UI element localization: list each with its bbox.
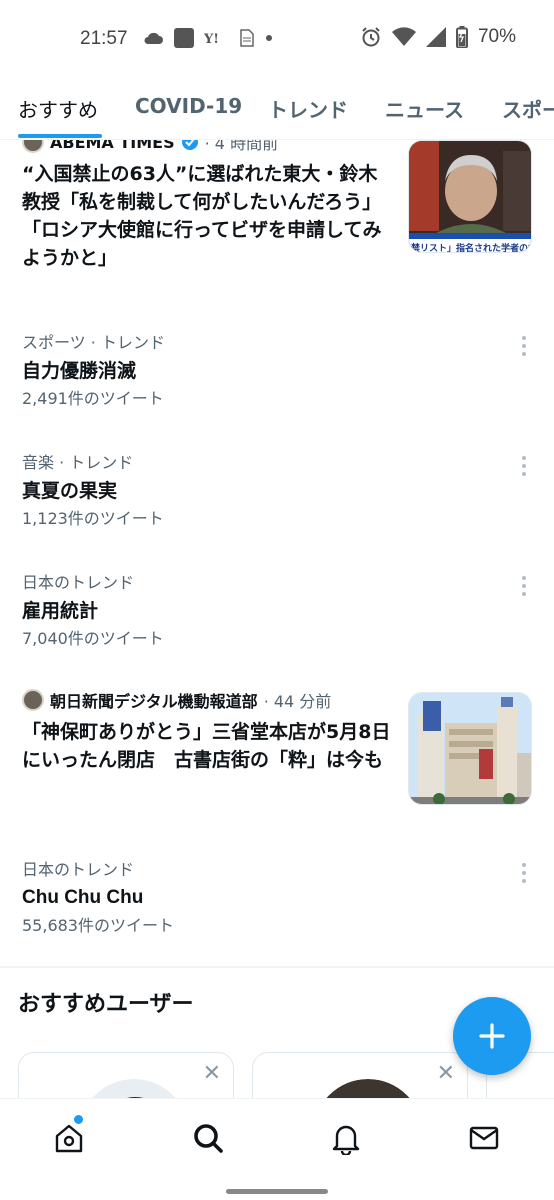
cloud-icon	[144, 32, 163, 44]
plus-icon	[479, 1023, 505, 1049]
more-options-icon[interactable]	[522, 863, 528, 883]
trend-context: 日本のトレンド	[22, 860, 135, 879]
tab-sports[interactable]: スポーツ	[502, 94, 554, 123]
trend-context: 日本のトレンド	[22, 573, 135, 592]
status-bar: 21:57 Y! 70%	[0, 0, 554, 78]
news-time: · 44 分前	[263, 692, 332, 711]
source-avatar	[22, 689, 44, 711]
nav-home[interactable]	[52, 1121, 86, 1155]
trend-count: 55,683件のツイート	[22, 916, 174, 935]
news-thumbnail: 禁リスト」指名された学者の本	[408, 140, 532, 253]
status-time: 21:57	[80, 28, 128, 49]
notifications-icon	[332, 1125, 360, 1157]
trend-item[interactable]: 日本のトレンド 雇用統計 7,040件のツイート	[22, 570, 534, 660]
user-avatar	[326, 1079, 410, 1098]
news-headline: 「神保町ありがとう」三省堂本店が5月8日にいったん閉店 古書店街の「粋」は今も	[22, 721, 391, 771]
dismiss-close-icon[interactable]: ✕	[203, 1063, 221, 1085]
source-avatar	[22, 140, 44, 153]
document-icon	[240, 29, 254, 47]
news-item[interactable]: 朝日新聞デジタル機動報道部 · 44 分前 「神保町ありがとう」三省堂本店が5月…	[22, 688, 534, 828]
compose-tweet-button[interactable]	[453, 997, 531, 1075]
more-options-icon[interactable]	[522, 456, 528, 476]
dot-icon	[266, 35, 272, 41]
tab-trends[interactable]: トレンド	[268, 94, 348, 123]
section-divider	[0, 966, 554, 968]
status-right-icons: 70%	[360, 26, 516, 48]
tab-news[interactable]: ニュース	[385, 94, 464, 123]
signal-icon	[425, 27, 446, 47]
status-left-icons: Y!	[142, 28, 274, 48]
trend-name: 雇用統計	[22, 600, 99, 622]
trend-name: 自力優勝消滅	[22, 360, 137, 382]
section-title: おすすめユーザー	[18, 992, 194, 1017]
nav-messages[interactable]	[467, 1121, 501, 1155]
nav-search[interactable]	[191, 1121, 225, 1155]
news-item[interactable]: ABEMA TIMES · 4 時間前 “入国禁止の63人”に選ばれた東大・鈴木…	[22, 140, 534, 290]
news-headline: “入国禁止の63人”に選ばれた東大・鈴木教授「私を制裁して何がしたいんだろう」「…	[22, 163, 382, 269]
trend-name: Chu Chu Chu	[22, 887, 144, 908]
source-name: 朝日新聞デジタル機動報道部	[50, 692, 258, 711]
tab-covid19[interactable]: COVID-19	[135, 94, 242, 118]
explore-tabs: おすすめ COVID-19 トレンド ニュース スポーツ	[0, 78, 554, 140]
search-icon	[194, 1124, 223, 1153]
dismiss-close-icon[interactable]: ✕	[437, 1063, 455, 1085]
trend-count: 2,491件のツイート	[22, 389, 164, 408]
battery-icon	[455, 26, 468, 48]
battery-level: 70%	[477, 26, 516, 47]
trend-item[interactable]: スポーツ · トレンド 自力優勝消滅 2,491件のツイート	[22, 330, 534, 420]
more-options-icon[interactable]	[522, 576, 528, 596]
more-options-icon[interactable]	[522, 336, 528, 356]
user-avatar	[92, 1079, 176, 1098]
trend-context: 音楽 · トレンド	[22, 453, 134, 472]
active-tab-indicator	[18, 134, 102, 138]
bottom-navigation	[0, 1098, 554, 1200]
trend-context: スポーツ · トレンド	[22, 333, 165, 352]
thumbnail-caption: 禁リスト」指名された学者の本	[411, 242, 532, 253]
messages-icon	[469, 1126, 499, 1150]
gesture-home-indicator[interactable]	[226, 1189, 328, 1194]
trend-count: 7,040件のツイート	[22, 629, 164, 648]
trend-count: 1,123件のツイート	[22, 509, 164, 528]
explore-feed[interactable]: ABEMA TIMES · 4 時間前 “入国禁止の63人”に選ばれた東大・鈴木…	[0, 140, 554, 1098]
wifi-icon	[391, 27, 416, 46]
source-name: ABEMA TIMES	[50, 140, 175, 152]
verified-badge-icon	[181, 140, 198, 150]
user-suggestion-card[interactable]: ✕	[252, 1052, 468, 1098]
home-notification-dot	[74, 1115, 83, 1124]
tab-recommended[interactable]: おすすめ	[18, 94, 98, 123]
news-thumbnail	[408, 692, 532, 805]
app-square-icon	[174, 28, 194, 48]
user-suggestion-card[interactable]: ✕	[18, 1052, 234, 1098]
trend-name: 真夏の果実	[22, 480, 118, 502]
svg-text:Y!: Y!	[204, 32, 219, 46]
alarm-icon	[362, 27, 380, 47]
news-time: · 4 時間前	[204, 140, 279, 153]
trend-item[interactable]: 音楽 · トレンド 真夏の果実 1,123件のツイート	[22, 450, 534, 540]
trend-item[interactable]: 日本のトレンド Chu Chu Chu 55,683件のツイート	[22, 857, 534, 947]
nav-notifications[interactable]	[329, 1121, 363, 1157]
home-icon	[55, 1124, 83, 1153]
yahoo-icon: Y!	[204, 32, 219, 46]
